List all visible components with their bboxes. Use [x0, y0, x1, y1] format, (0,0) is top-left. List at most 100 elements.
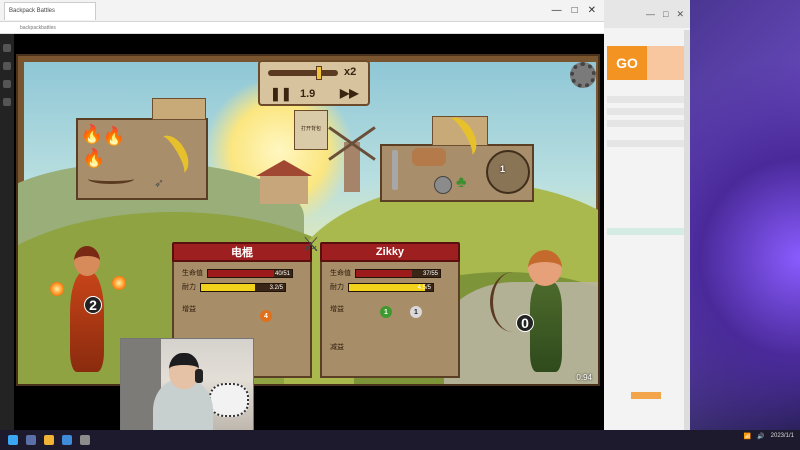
taskbar: 📶 🔊 2023/1/1: [0, 430, 800, 450]
debuffs-label: 减益: [330, 344, 344, 351]
health-value: 37/55: [422, 270, 438, 277]
sidebar-icon[interactable]: [3, 98, 11, 106]
stamina-value: 3.2/5: [269, 284, 283, 291]
fire-icon[interactable]: 🔥: [103, 126, 125, 146]
volume-icon[interactable]: 🔊: [757, 433, 764, 440]
windmill: [344, 142, 360, 192]
file-explorer-icon[interactable]: [44, 435, 54, 445]
fire-icon[interactable]: 🔥: [81, 124, 103, 144]
opponent-backpack[interactable]: ♣ 1: [380, 112, 534, 202]
close-icon[interactable]: ✕: [588, 5, 596, 16]
shield-icon[interactable]: [486, 150, 530, 194]
buffs-label: 增益: [330, 306, 344, 313]
steam-icon[interactable]: [62, 435, 72, 445]
list-item[interactable]: [607, 228, 685, 235]
ad-banner-image: [647, 46, 687, 80]
list-item[interactable]: [607, 108, 685, 115]
opponent-character: [490, 242, 598, 382]
health-bar: 40/51: [207, 268, 293, 278]
player-backpack[interactable]: 🔥 🔥 🔥 ➶: [76, 98, 208, 200]
browser-tab[interactable]: Backpack Battles: [4, 1, 96, 20]
headset-mic: [195, 369, 203, 383]
pause-icon[interactable]: ❚❚: [270, 86, 292, 102]
stamina-label: 耐力: [330, 284, 344, 291]
windows-start-icon[interactable]: [8, 435, 18, 445]
house: [256, 160, 312, 204]
fire-icon[interactable]: 🔥: [83, 148, 105, 168]
sidebar-icon[interactable]: [3, 62, 11, 70]
browser-window: Backpack Battles — □ ✕ backpackbattles x…: [0, 0, 604, 430]
banana-icon[interactable]: [151, 130, 195, 180]
buffs-row: 增益: [330, 304, 344, 314]
player-stack-count: 2: [84, 296, 102, 314]
address-bar[interactable]: backpackbattles: [0, 22, 604, 34]
gloves-icon[interactable]: [412, 148, 446, 166]
health-bar-fill: [356, 269, 413, 277]
character-body: [70, 272, 104, 372]
item-count: 1: [500, 164, 506, 174]
rock-icon[interactable]: [434, 176, 452, 194]
stamina-row: 耐力 4.5/5: [330, 282, 434, 292]
list-item[interactable]: [607, 120, 685, 127]
browser-titlebar: Backpack Battles — □ ✕: [0, 0, 604, 22]
clover-icon[interactable]: ♣: [456, 174, 467, 192]
character-head: [74, 246, 100, 276]
close-icon[interactable]: ✕: [676, 9, 684, 20]
stamina-bar: 4.5/5: [348, 282, 434, 292]
settings-gear-icon[interactable]: [570, 62, 596, 88]
fast-forward-icon[interactable]: ▶▶: [340, 86, 358, 100]
ad-banner[interactable]: GO: [607, 46, 647, 80]
stamina-bar: 3.2/5: [200, 282, 286, 292]
debuff-badge: 4: [260, 310, 272, 322]
banana-icon[interactable]: [439, 112, 483, 162]
player-name-banner: 电棍: [172, 242, 312, 262]
list-item[interactable]: [607, 96, 685, 103]
opponent-stack-count: 0: [516, 314, 534, 332]
stamina-bar-fill: [349, 283, 425, 291]
speed-multiplier: x2: [344, 66, 357, 78]
character-head: [528, 250, 562, 286]
webcam-overlay: [120, 338, 254, 440]
buff-badge: 1: [410, 306, 422, 318]
speed-slider-thumb[interactable]: [316, 66, 322, 80]
list-item[interactable]: [607, 140, 685, 147]
game-viewport[interactable]: x2 ❚❚ 1.9 ▶▶ 打开背包 🔥 🔥 🔥 ➶ ♣ 1 2 0 生命值 40…: [16, 54, 600, 386]
app-icon[interactable]: [80, 435, 90, 445]
sidebar-icon[interactable]: [3, 44, 11, 52]
scrollbar[interactable]: [684, 30, 690, 430]
buffs-label: 增益: [182, 306, 196, 313]
health-row: 生命值 37/55: [330, 268, 441, 278]
buff-badge: 1: [380, 306, 392, 318]
minimize-icon[interactable]: —: [646, 9, 655, 19]
fire-orb: [112, 276, 126, 290]
maximize-icon[interactable]: □: [663, 9, 668, 19]
side-browser-toolbar: — □ ✕: [601, 0, 690, 28]
stamina-row: 耐力 3.2/5: [182, 282, 286, 292]
fire-orb: [50, 282, 64, 296]
stamina-bar-fill: [201, 283, 255, 291]
speed-slider[interactable]: [268, 66, 338, 80]
network-icon[interactable]: 📶: [744, 433, 751, 440]
health-value: 40/51: [274, 270, 290, 277]
opponent-stats-panel: 生命值 37/55 耐力 4.5/5 增益 1 1 减益: [320, 248, 460, 378]
health-bar-fill: [208, 269, 274, 277]
crossed-swords-icon: ⚔: [302, 234, 320, 256]
minimize-icon[interactable]: —: [552, 5, 562, 16]
system-tray: 📶 🔊 2023/1/1: [744, 433, 794, 440]
webcam-plush: [209, 383, 249, 417]
dagger-icon[interactable]: [392, 150, 398, 190]
open-backpack-button[interactable]: 打开背包: [294, 110, 328, 150]
clock[interactable]: 2023/1/1: [771, 433, 794, 440]
speed-control-panel: x2 ❚❚ 1.9 ▶▶: [258, 60, 370, 106]
bow-icon[interactable]: [88, 174, 134, 184]
health-label: 生命值: [182, 270, 203, 277]
backpack-cell[interactable]: [152, 98, 206, 120]
character-body: [530, 282, 562, 372]
maximize-icon[interactable]: □: [572, 5, 578, 16]
arrow-icon[interactable]: ➶: [144, 176, 174, 190]
stamina-label: 耐力: [182, 284, 196, 291]
side-button[interactable]: [631, 392, 661, 399]
search-icon[interactable]: [26, 435, 36, 445]
sidebar-icon[interactable]: [3, 80, 11, 88]
stamina-value: 4.5/5: [417, 284, 431, 291]
